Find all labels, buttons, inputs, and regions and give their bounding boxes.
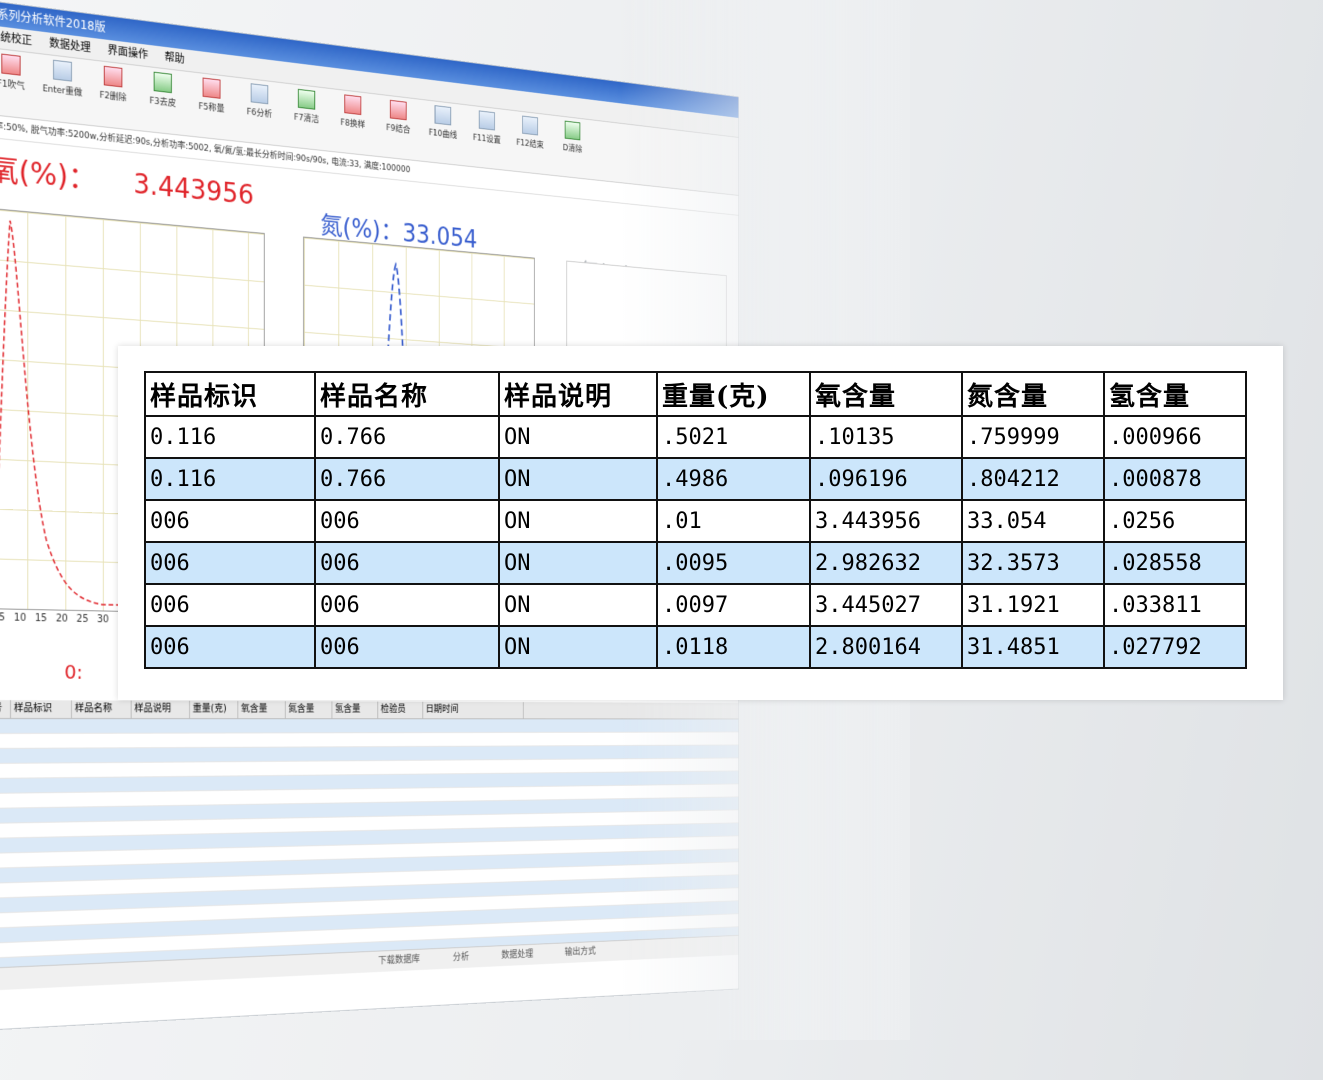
settings-icon [478,110,495,131]
cell-hydrogen: .033811 [1103,583,1247,627]
column-header-sample-desc[interactable]: 样品说明 [498,371,658,417]
cell-sample-name: 0.766 [314,415,500,459]
cell-sample-id: 006 [144,499,316,543]
menu-item[interactable]: 系统校正 [0,25,32,52]
table-row[interactable]: 0.116 0.766 ON .5021 .10135 .759999 .000… [144,415,1247,459]
results-table: 样品标识 样品名称 样品说明 重量(克) 氧含量 氮含量 氢含量 0.116 0… [144,371,1247,669]
cell-sample-id: 0.116 [144,457,316,501]
cell-sample-name: 006 [314,541,500,585]
table-row[interactable]: 006 006 ON .0097 3.445027 31.1921 .03381… [144,583,1247,627]
toolbar-button[interactable]: D清除 [554,119,591,175]
finish-icon [522,115,538,136]
cell-oxygen: 2.982632 [809,541,963,585]
purge-icon [1,53,21,76]
results-grid-header: 序号 样品标识 样品名称 样品说明 重量(克) 氧含量 氮含量 氢含量 检验员 … [0,700,739,720]
cell-sample-desc: ON [498,541,658,585]
status-item: 输出方式 [564,946,596,958]
toolbar-button[interactable]: F7清洁 [286,87,327,146]
cell-nitrogen: 31.1921 [961,583,1105,627]
cell-hydrogen: .000966 [1103,415,1247,459]
column-header-oxygen[interactable]: 氧含量 [809,371,963,417]
column-header-sample-name[interactable]: 样品名称 [314,371,500,417]
menu-item[interactable]: 帮助 [165,47,185,71]
x-axis-ticks: 0 5 10 15 20 25 30 [0,612,109,626]
toolbar-button[interactable]: F12结束 [511,114,549,171]
tare-icon [153,71,172,94]
cell-sample-id: 006 [144,625,316,669]
cell-oxygen: .096196 [809,457,963,501]
cell-hydrogen: .028558 [1103,541,1247,585]
cell-sample-name: 006 [314,499,500,543]
cell-sample-desc: ON [498,415,658,459]
column-header-nitrogen[interactable]: 氮含量 [961,371,1105,417]
cell-sample-id: 006 [144,541,316,585]
cell-weight: .0095 [656,541,811,585]
clear-icon [564,120,581,141]
cell-weight: .0118 [656,625,811,669]
combine-icon [389,99,407,121]
cell-sample-desc: ON [498,583,658,627]
curve-icon [434,105,452,126]
zero-readout: 0: [64,659,83,684]
table-row[interactable]: 0.116 0.766 ON .4986 .096196 .804212 .00… [144,457,1247,501]
cell-nitrogen: 33.054 [961,499,1105,543]
cell-oxygen: 3.443956 [809,499,963,543]
column-header-hydrogen[interactable]: 氢含量 [1103,371,1247,417]
table-row[interactable]: 006 006 ON .0095 2.982632 32.3573 .02855… [144,541,1247,585]
toolbar-button[interactable]: F10曲线 [423,104,462,162]
zoomed-table-card: 样品标识 样品名称 样品说明 重量(克) 氧含量 氮含量 氢含量 0.116 0… [118,346,1283,700]
cell-weight: .4986 [656,457,811,501]
cell-hydrogen: .0256 [1103,499,1247,543]
cell-nitrogen: 31.4851 [961,625,1105,669]
table-header-row: 样品标识 样品名称 样品说明 重量(克) 氧含量 氮含量 氢含量 [144,371,1247,417]
cell-sample-name: 0.766 [314,457,500,501]
cell-oxygen: .10135 [809,415,963,459]
toolbar-button[interactable]: F1吹气 [0,52,34,115]
change-sample-icon [344,94,362,116]
cell-sample-desc: ON [498,499,658,543]
weigh-icon [202,77,221,99]
toolbar-button[interactable]: Enter重做 [40,58,85,120]
cell-weight: .5021 [656,415,811,459]
cell-sample-name: 006 [314,625,500,669]
analyze-icon [250,83,269,105]
cell-nitrogen: .804212 [961,457,1105,501]
toolbar-button[interactable]: F11设置 [467,109,506,166]
redo-icon [53,59,72,82]
toolbar-button[interactable]: F2删除 [91,64,136,126]
table-row[interactable]: 006 006 ON .01 3.443956 33.054 .0256 [144,499,1247,543]
cell-weight: .0097 [656,583,811,627]
cell-hydrogen: .000878 [1103,457,1247,501]
cell-nitrogen: .759999 [961,415,1105,459]
cell-sample-desc: ON [498,457,658,501]
toolbar-button[interactable]: F8换样 [332,93,373,152]
status-item: 分析 [452,952,470,963]
cell-sample-id: 0.116 [144,415,316,459]
cell-sample-desc: ON [498,625,658,669]
column-header-weight[interactable]: 重量(克) [656,371,811,417]
toolbar-button[interactable]: F3去皮 [141,70,185,131]
cell-oxygen: 2.800164 [809,625,963,669]
column-header-sample-id[interactable]: 样品标识 [144,371,316,417]
status-item: 数据处理 [501,949,534,961]
table-row[interactable]: 006 006 ON .0118 2.800164 31.4851 .02779… [144,625,1247,669]
cell-oxygen: 3.445027 [809,583,963,627]
toolbar-button[interactable]: F9结合 [378,98,418,156]
cell-sample-id: 006 [144,583,316,627]
cell-sample-name: 006 [314,583,500,627]
clean-icon [297,88,316,110]
cell-hydrogen: .027792 [1103,625,1247,669]
cell-nitrogen: 32.3573 [961,541,1105,585]
cell-weight: .01 [656,499,811,543]
toolbar-button[interactable]: F5称量 [190,76,233,137]
delete-icon [103,65,123,88]
status-item[interactable]: 下载数据库 [378,950,420,972]
toolbar-button[interactable]: F6分析 [238,82,280,142]
